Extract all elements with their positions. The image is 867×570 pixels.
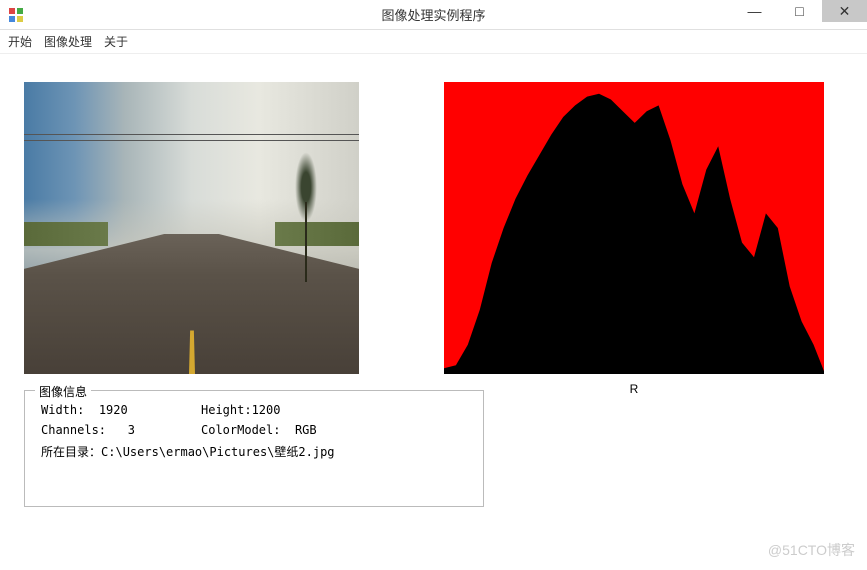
- height-label: Height:: [201, 403, 252, 417]
- dir-value: C:\Users\ermao\Pictures\壁纸2.jpg: [101, 445, 335, 459]
- app-icon: [8, 7, 24, 23]
- window-title: 图像处理实例程序: [381, 5, 485, 24]
- height-value: 1200: [252, 403, 281, 417]
- channels-label: Channels:: [41, 423, 106, 437]
- menu-start[interactable]: 开始: [8, 33, 32, 50]
- app-window: 图像处理实例程序 — □ ✕ 开始 图像处理 关于 图像信息: [0, 0, 867, 570]
- menubar: 开始 图像处理 关于: [0, 30, 867, 54]
- width-label: Width:: [41, 403, 84, 417]
- info-width: Width: 1920: [41, 403, 201, 417]
- colormodel-label: ColorModel:: [201, 423, 280, 437]
- info-channels: Channels: 3: [41, 423, 201, 437]
- channels-value: 3: [128, 423, 135, 437]
- info-height: Height:1200: [201, 403, 361, 417]
- menu-image-process[interactable]: 图像处理: [44, 33, 92, 50]
- histogram-label: R: [444, 382, 824, 396]
- window-controls: — □ ✕: [732, 0, 867, 22]
- left-column: 图像信息 Width: 1920 Height:1200 Channels: 3: [24, 82, 404, 507]
- menu-about[interactable]: 关于: [104, 33, 128, 50]
- source-image: [24, 82, 359, 374]
- colormodel-value: RGB: [295, 423, 317, 437]
- titlebar: 图像处理实例程序 — □ ✕: [0, 0, 867, 30]
- image-info-group: 图像信息 Width: 1920 Height:1200 Channels: 3: [24, 390, 484, 507]
- info-colormodel: ColorModel: RGB: [201, 423, 361, 437]
- histogram-chart: [444, 82, 824, 374]
- dir-label: 所在目录：: [41, 445, 101, 459]
- close-button[interactable]: ✕: [822, 0, 867, 22]
- content-area: 图像信息 Width: 1920 Height:1200 Channels: 3: [0, 54, 867, 507]
- maximize-button[interactable]: □: [777, 0, 822, 22]
- right-column: R: [444, 82, 824, 507]
- watermark: @51CTO博客: [768, 540, 855, 560]
- minimize-button[interactable]: —: [732, 0, 777, 22]
- info-legend: 图像信息: [35, 383, 91, 400]
- info-directory: 所在目录：C:\Users\ermao\Pictures\壁纸2.jpg: [41, 443, 467, 460]
- width-value: 1920: [99, 403, 128, 417]
